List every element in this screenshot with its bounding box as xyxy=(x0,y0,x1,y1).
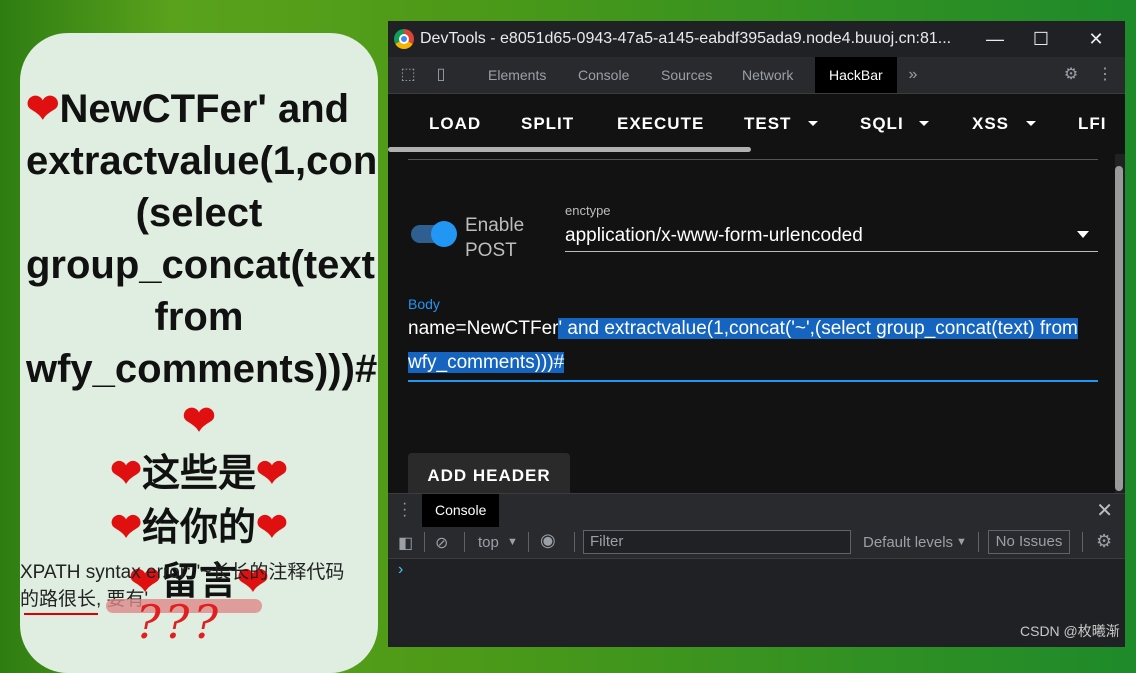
message-line: wfy_comments)))# xyxy=(26,347,378,391)
message-line: ❤NewCTFer' and xyxy=(26,87,350,131)
divider xyxy=(424,532,425,552)
gear-icon[interactable]: ⚙ xyxy=(1061,65,1081,85)
add-header-button[interactable]: ADD HEADER xyxy=(408,453,570,493)
console-toolbar: ◧ ⊘ top ▼ ◉ Filter Default levels ▼ No I… xyxy=(388,527,1125,559)
inspect-element-icon[interactable]: ⬚ xyxy=(398,65,418,85)
clear-console-icon[interactable]: ⊘ xyxy=(435,533,448,553)
minimize-button[interactable]: — xyxy=(972,25,1018,53)
enctype-underline xyxy=(565,251,1098,252)
message-line: group_concat(text xyxy=(26,243,375,287)
lfi-menu-button[interactable]: LFI xyxy=(1078,114,1107,134)
devtools-tabbar: ⬚ ▯ Elements Console Sources Network Hac… xyxy=(388,57,1125,94)
divider xyxy=(464,532,465,552)
device-toolbar-icon[interactable]: ▯ xyxy=(431,65,451,85)
heart-icon: ❤ xyxy=(110,453,142,495)
divider xyxy=(408,159,1098,160)
tab-elements[interactable]: Elements xyxy=(474,57,560,93)
body-textarea[interactable]: name=NewCTFer' and extractvalue(1,concat… xyxy=(408,312,1098,380)
message-cn-line: ❤这些是❤ xyxy=(110,453,288,495)
chevron-down-icon xyxy=(808,121,818,126)
heart-icon: ❤ xyxy=(26,87,60,131)
heart-icon: ❤ xyxy=(256,507,288,549)
body-underline xyxy=(408,380,1098,382)
devtools-window: DevTools - e8051d65-0943-47a5-a145-eabdf… xyxy=(388,21,1125,647)
heart-icon: ❤ xyxy=(182,399,216,443)
window-title: DevTools - e8051d65-0943-47a5-a145-eabdf… xyxy=(420,30,952,47)
chevron-down-icon xyxy=(1077,231,1089,238)
divider xyxy=(574,532,575,552)
chevron-down-icon xyxy=(1026,121,1036,126)
chevron-down-icon xyxy=(919,121,929,126)
console-prompt-icon[interactable]: › xyxy=(398,561,403,579)
chevron-down-icon: ▼ xyxy=(507,536,518,548)
kebab-menu-icon[interactable]: ⋮ xyxy=(1095,65,1115,85)
tab-hackbar[interactable]: HackBar xyxy=(815,57,897,93)
maximize-button[interactable]: ☐ xyxy=(1018,25,1064,53)
split-button[interactable]: SPLIT xyxy=(521,114,574,134)
divider xyxy=(1082,532,1083,552)
enctype-label: enctype xyxy=(565,203,611,218)
body-label: Body xyxy=(408,296,440,312)
webpage-card: ❤NewCTFer' and extractvalue(1,con (selec… xyxy=(20,33,378,673)
close-window-button[interactable]: ✕ xyxy=(1073,25,1119,53)
title-bar: DevTools - e8051d65-0943-47a5-a145-eabdf… xyxy=(388,21,1125,57)
message-line: (select xyxy=(135,191,263,235)
sqli-menu-button[interactable]: SQLI xyxy=(860,114,904,134)
hackbar-menu: LOAD SPLIT EXECUTE TEST SQLI XSS LFI xyxy=(388,94,1125,154)
toggle-knob[interactable] xyxy=(431,221,457,247)
log-levels-select[interactable]: Default levels xyxy=(863,534,953,551)
load-button[interactable]: LOAD xyxy=(429,114,481,134)
horizontal-scrollbar[interactable] xyxy=(388,147,751,152)
chrome-icon xyxy=(394,29,414,49)
tab-network[interactable]: Network xyxy=(728,57,807,93)
execute-button[interactable]: EXECUTE xyxy=(617,114,704,134)
heart-icon: ❤ xyxy=(256,453,288,495)
drawer-tabbar: · · · Console ✕ xyxy=(388,493,1125,527)
issues-button[interactable]: No Issues xyxy=(988,530,1070,554)
test-menu-button[interactable]: TEST xyxy=(744,114,791,134)
question-marks: ??? xyxy=(136,595,222,649)
eye-icon[interactable]: ◉ xyxy=(540,530,556,551)
message-cn-line: ❤给你的❤ xyxy=(110,507,288,549)
close-icon[interactable]: ✕ xyxy=(1096,498,1113,523)
xss-menu-button[interactable]: XSS xyxy=(972,114,1009,134)
enctype-select[interactable]: application/x-www-form-urlencoded xyxy=(565,225,863,247)
vertical-scrollbar[interactable] xyxy=(1115,166,1123,491)
divider xyxy=(978,532,979,552)
gear-icon[interactable]: ⚙ xyxy=(1096,531,1112,552)
drawer-tab-console[interactable]: Console xyxy=(422,494,500,527)
context-select[interactable]: top xyxy=(478,534,499,551)
body-prefix: name=NewCTFer xyxy=(408,318,559,339)
watermark: CSDN @枚曦渐 xyxy=(1020,623,1120,639)
tab-console[interactable]: Console xyxy=(564,57,643,93)
sidebar-toggle-icon[interactable]: ◧ xyxy=(398,533,413,553)
message-block: ❤NewCTFer' and extractvalue(1,con (selec… xyxy=(20,83,378,609)
message-line: extractvalue(1,con xyxy=(26,139,378,183)
message-line: from xyxy=(154,295,244,339)
filter-input[interactable]: Filter xyxy=(583,530,851,554)
tab-sources[interactable]: Sources xyxy=(647,57,726,93)
annotation-underline xyxy=(24,613,98,615)
chevron-down-icon: ▼ xyxy=(956,536,967,548)
enable-post-label: Enable POST xyxy=(465,215,525,261)
hackbar-body: Enable POST enctype application/x-www-fo… xyxy=(388,153,1115,493)
more-tabs-icon[interactable]: » xyxy=(903,65,923,85)
drawer-menu-icon[interactable]: · · · xyxy=(402,496,407,524)
heart-icon: ❤ xyxy=(110,507,142,549)
divider xyxy=(528,532,529,552)
